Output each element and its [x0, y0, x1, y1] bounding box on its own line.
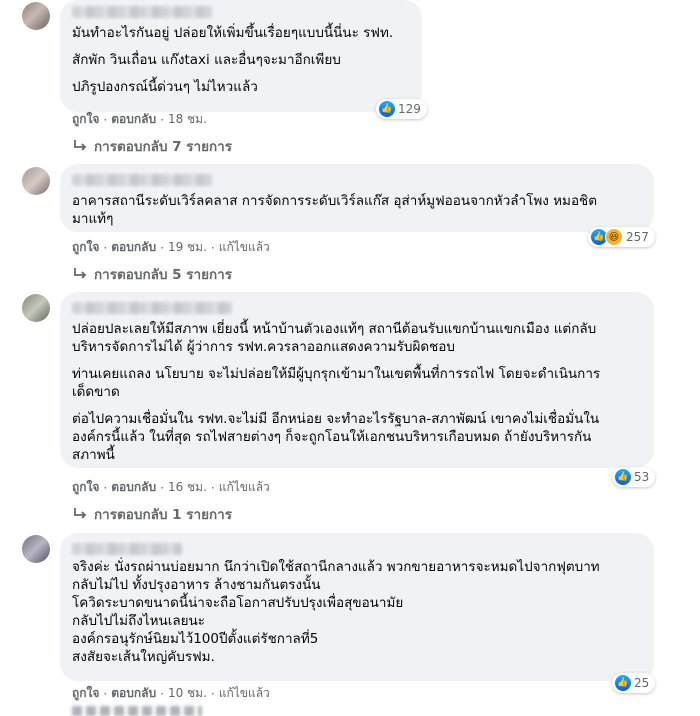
avatar[interactable]: [22, 294, 50, 322]
comment-text: กลับไม่ไป ทั้งปรุงอาหาร ล้างชามกันตรงนั้…: [72, 577, 321, 593]
commenter-name-blurred[interactable]: [72, 174, 212, 186]
reply-button[interactable]: ตอบกลับ: [111, 110, 156, 129]
reaction-summary[interactable]: 👍 53: [612, 467, 656, 487]
comment-paragraph: ปล่อยปละเลยให้มีสภาพ เยี่ยงนี้ หน้าบ้านต…: [72, 320, 642, 356]
comment-text: บริหารจัดการไม่ได้ ผู้ว่าการ รฟท.ควรลาออ…: [72, 339, 455, 355]
avatar[interactable]: [22, 167, 50, 195]
comment-text: ต่อไปความเชื่อมั่นใน รฟท.จะไม่มี อีกหน่อ…: [72, 411, 600, 427]
reply-arrow-icon: [74, 140, 87, 151]
comment-text: สภาพนี้: [72, 447, 115, 463]
commenter-name-blurred[interactable]: [72, 302, 232, 314]
comment-text: สงสัยจะเส้นใหญ่คับรฟม.: [72, 649, 215, 665]
reply-button[interactable]: ตอบกลับ: [111, 478, 156, 497]
replies-label: การตอบกลับ 5 รายการ: [94, 267, 233, 283]
comment-paragraph: มันทำอะไรกันอยู่ ปล่อยให้เพิ่มขึ้นเรื่อย…: [72, 24, 410, 42]
timestamp[interactable]: 18 ชม.: [168, 110, 207, 129]
reaction-count: 53: [634, 470, 650, 484]
comment-actions: ถูกใจ · ตอบกลับ · 19 ชม. · แก้ไขแล้ว: [72, 238, 270, 257]
reply-arrow-icon: [74, 268, 87, 279]
comment-text: ปภิรูปองกรณ์นี้ด่วนๆ ไม่ไหวแล้ว: [72, 79, 258, 95]
comment-text: จริงค่ะ นั่งรถผ่านบ่อยมาก นึกว่าเปิดใช้ส…: [72, 559, 600, 575]
comment-text: มาแท้ๆ: [72, 211, 114, 227]
comment-text: กลับไปไม่ถึงไหนเลยนะ: [72, 613, 206, 629]
edited-label[interactable]: แก้ไขแล้ว: [219, 478, 270, 497]
like-button[interactable]: ถูกใจ: [72, 110, 99, 129]
comment-bubble: จริงค่ะ นั่งรถผ่านบ่อยมาก นึกว่าเปิดใช้ส…: [60, 533, 654, 681]
comment-text: ปล่อยปละเลยให้มีสภาพ เยี่ยงนี้ หน้าบ้านต…: [72, 321, 597, 337]
comment-text: สักพัก วินเถื่อน แก๊งtaxi และอื่นๆจะมาอี…: [72, 52, 341, 68]
reaction-count: 129: [398, 102, 421, 116]
reaction-count: 257: [626, 230, 649, 244]
edited-label[interactable]: แก้ไขแล้ว: [219, 238, 270, 257]
reply-button[interactable]: ตอบกลับ: [111, 238, 156, 257]
comment-paragraph: ท่านเคยแถลง นโยบาย จะไม่ปล่อยให้มีผู้บุก…: [72, 365, 642, 401]
reaction-summary[interactable]: 👍 129: [376, 99, 427, 119]
comment-text: องค์กรอนุรักษ์นิยมไว้100ปีตั้งแต่รัชกาลท…: [72, 631, 319, 647]
comment-bubble: ปล่อยปละเลยให้มีสภาพ เยี่ยงนี้ หน้าบ้านต…: [60, 292, 654, 468]
reaction-count: 25: [634, 676, 650, 690]
comment-paragraph: ต่อไปความเชื่อมั่นใน รฟท.จะไม่มี อีกหน่อ…: [72, 410, 642, 464]
like-icon: 👍: [615, 675, 631, 691]
reaction-summary[interactable]: 👍 25: [612, 673, 656, 693]
reply-arrow-icon: [74, 508, 87, 519]
comment-text: เด็ดขาด: [72, 384, 120, 400]
avatar[interactable]: [22, 2, 50, 30]
comment-paragraph: สักพัก วินเถื่อน แก๊งtaxi และอื่นๆจะมาอี…: [72, 51, 410, 69]
like-button[interactable]: ถูกใจ: [72, 478, 99, 497]
comment-text: อาคารสถานีระดับเวิร์ลคลาส การจัดการระดับ…: [72, 193, 597, 209]
like-button[interactable]: ถูกใจ: [72, 684, 99, 703]
timestamp[interactable]: 10 ชม.: [168, 684, 207, 703]
cut-off-next-row: [72, 706, 202, 716]
comment-actions: ถูกใจ · ตอบกลับ · 16 ชม. · แก้ไขแล้ว: [72, 478, 270, 497]
view-replies-button[interactable]: การตอบกลับ 5 รายการ: [72, 263, 232, 285]
replies-label: การตอบกลับ 7 รายการ: [94, 139, 233, 155]
like-icon: 👍: [379, 101, 395, 117]
commenter-name-blurred[interactable]: [72, 543, 182, 555]
comment-actions: ถูกใจ · ตอบกลับ · 18 ชม.: [72, 110, 207, 129]
commenter-name-blurred[interactable]: [72, 6, 212, 18]
comment-text: ท่านเคยแถลง นโยบาย จะไม่ปล่อยให้มีผู้บุก…: [72, 366, 601, 382]
like-button[interactable]: ถูกใจ: [72, 238, 99, 257]
comment-paragraph: จริงค่ะ นั่งรถผ่านบ่อยมาก นึกว่าเปิดใช้ส…: [72, 558, 642, 666]
reaction-summary[interactable]: 👍 😆 257: [588, 227, 655, 247]
comment-paragraph: ปภิรูปองกรณ์นี้ด่วนๆ ไม่ไหวแล้ว: [72, 78, 410, 96]
haha-icon: 😆: [605, 228, 623, 246]
comment-actions: ถูกใจ · ตอบกลับ · 10 ชม. · แก้ไขแล้ว: [72, 684, 270, 703]
avatar[interactable]: [22, 535, 50, 563]
view-replies-button[interactable]: การตอบกลับ 1 รายการ: [72, 503, 232, 525]
comment-text: องค์กรนี้แล้ว ในที่สุด รถไฟสายต่างๆ ก็จะ…: [72, 429, 592, 445]
comment-bubble: อาคารสถานีระดับเวิร์ลคลาส การจัดการระดับ…: [60, 164, 654, 232]
comment-text: โควิดระบาดขนาดนี้น่าจะถือโอกาสปรับปรุงเพ…: [72, 595, 404, 611]
like-icon: 👍: [615, 469, 631, 485]
timestamp[interactable]: 16 ชม.: [168, 478, 207, 497]
reply-button[interactable]: ตอบกลับ: [111, 684, 156, 703]
view-replies-button[interactable]: การตอบกลับ 7 รายการ: [72, 135, 232, 157]
comment-paragraph: อาคารสถานีระดับเวิร์ลคลาส การจัดการระดับ…: [72, 192, 642, 228]
replies-label: การตอบกลับ 1 รายการ: [94, 507, 233, 523]
timestamp[interactable]: 19 ชม.: [168, 238, 207, 257]
edited-label[interactable]: แก้ไขแล้ว: [219, 684, 270, 703]
comment-bubble: มันทำอะไรกันอยู่ ปล่อยให้เพิ่มขึ้นเรื่อย…: [60, 0, 422, 112]
comment-text: มันทำอะไรกันอยู่ ปล่อยให้เพิ่มขึ้นเรื่อย…: [72, 25, 394, 41]
